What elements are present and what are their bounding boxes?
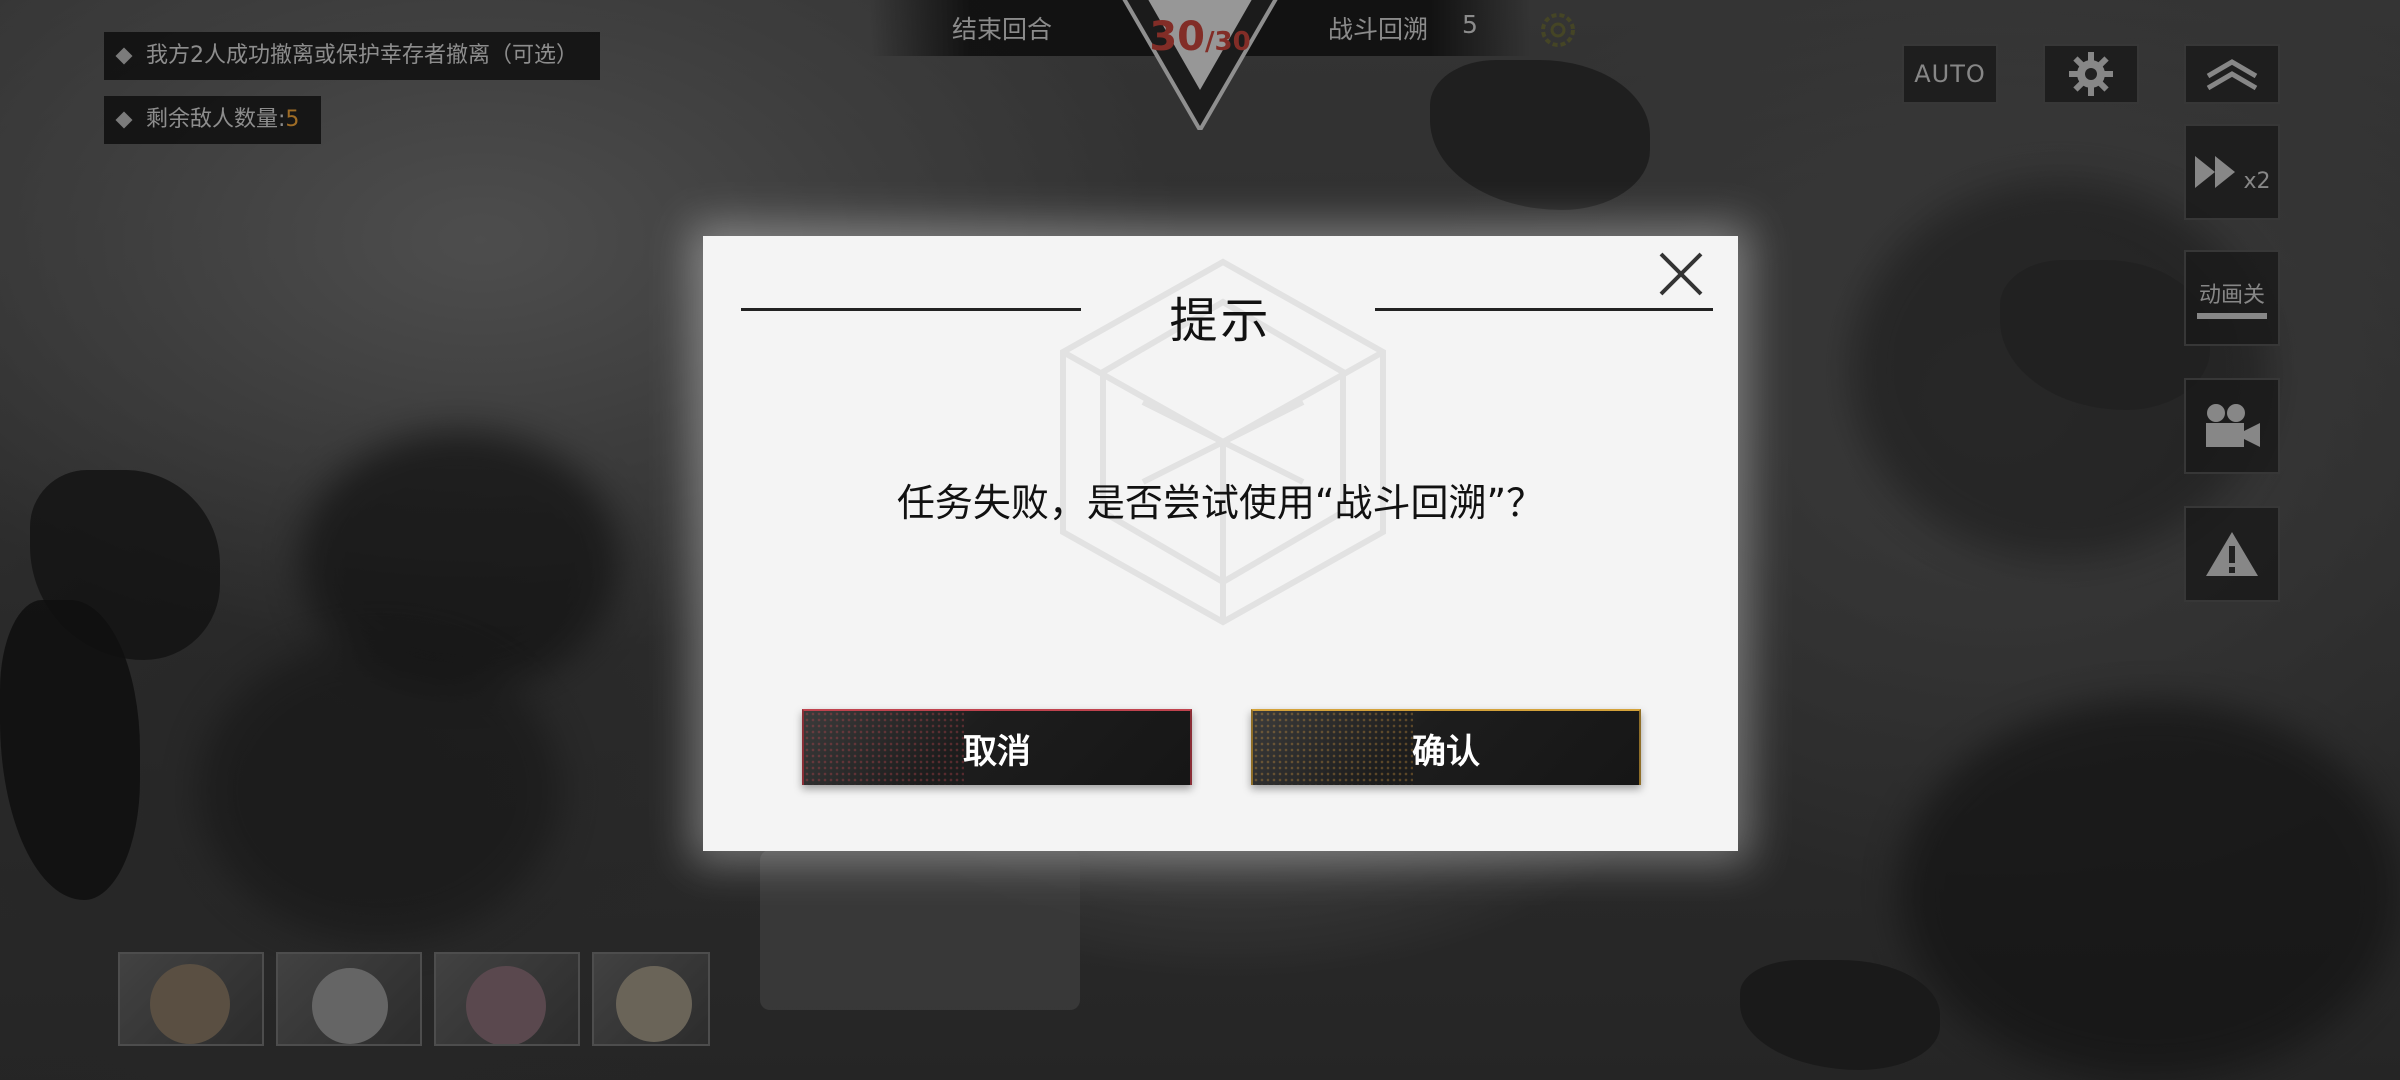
rewind-dialog: 提示 任务失败，是否尝试使用“战斗回溯”？ 取消 确认 [703,236,1738,851]
button-texture [1253,711,1413,785]
cancel-button[interactable]: 取消 [802,709,1192,785]
confirm-button[interactable]: 确认 [1251,709,1641,785]
button-texture [804,711,964,785]
confirm-label: 确认 [1412,731,1480,772]
cancel-label: 取消 [963,731,1031,772]
dialog-message: 任务失败，是否尝试使用“战斗回溯”？ [896,481,1545,525]
dialog-title: 提示 [1169,293,1272,349]
close-icon[interactable] [1651,244,1711,304]
